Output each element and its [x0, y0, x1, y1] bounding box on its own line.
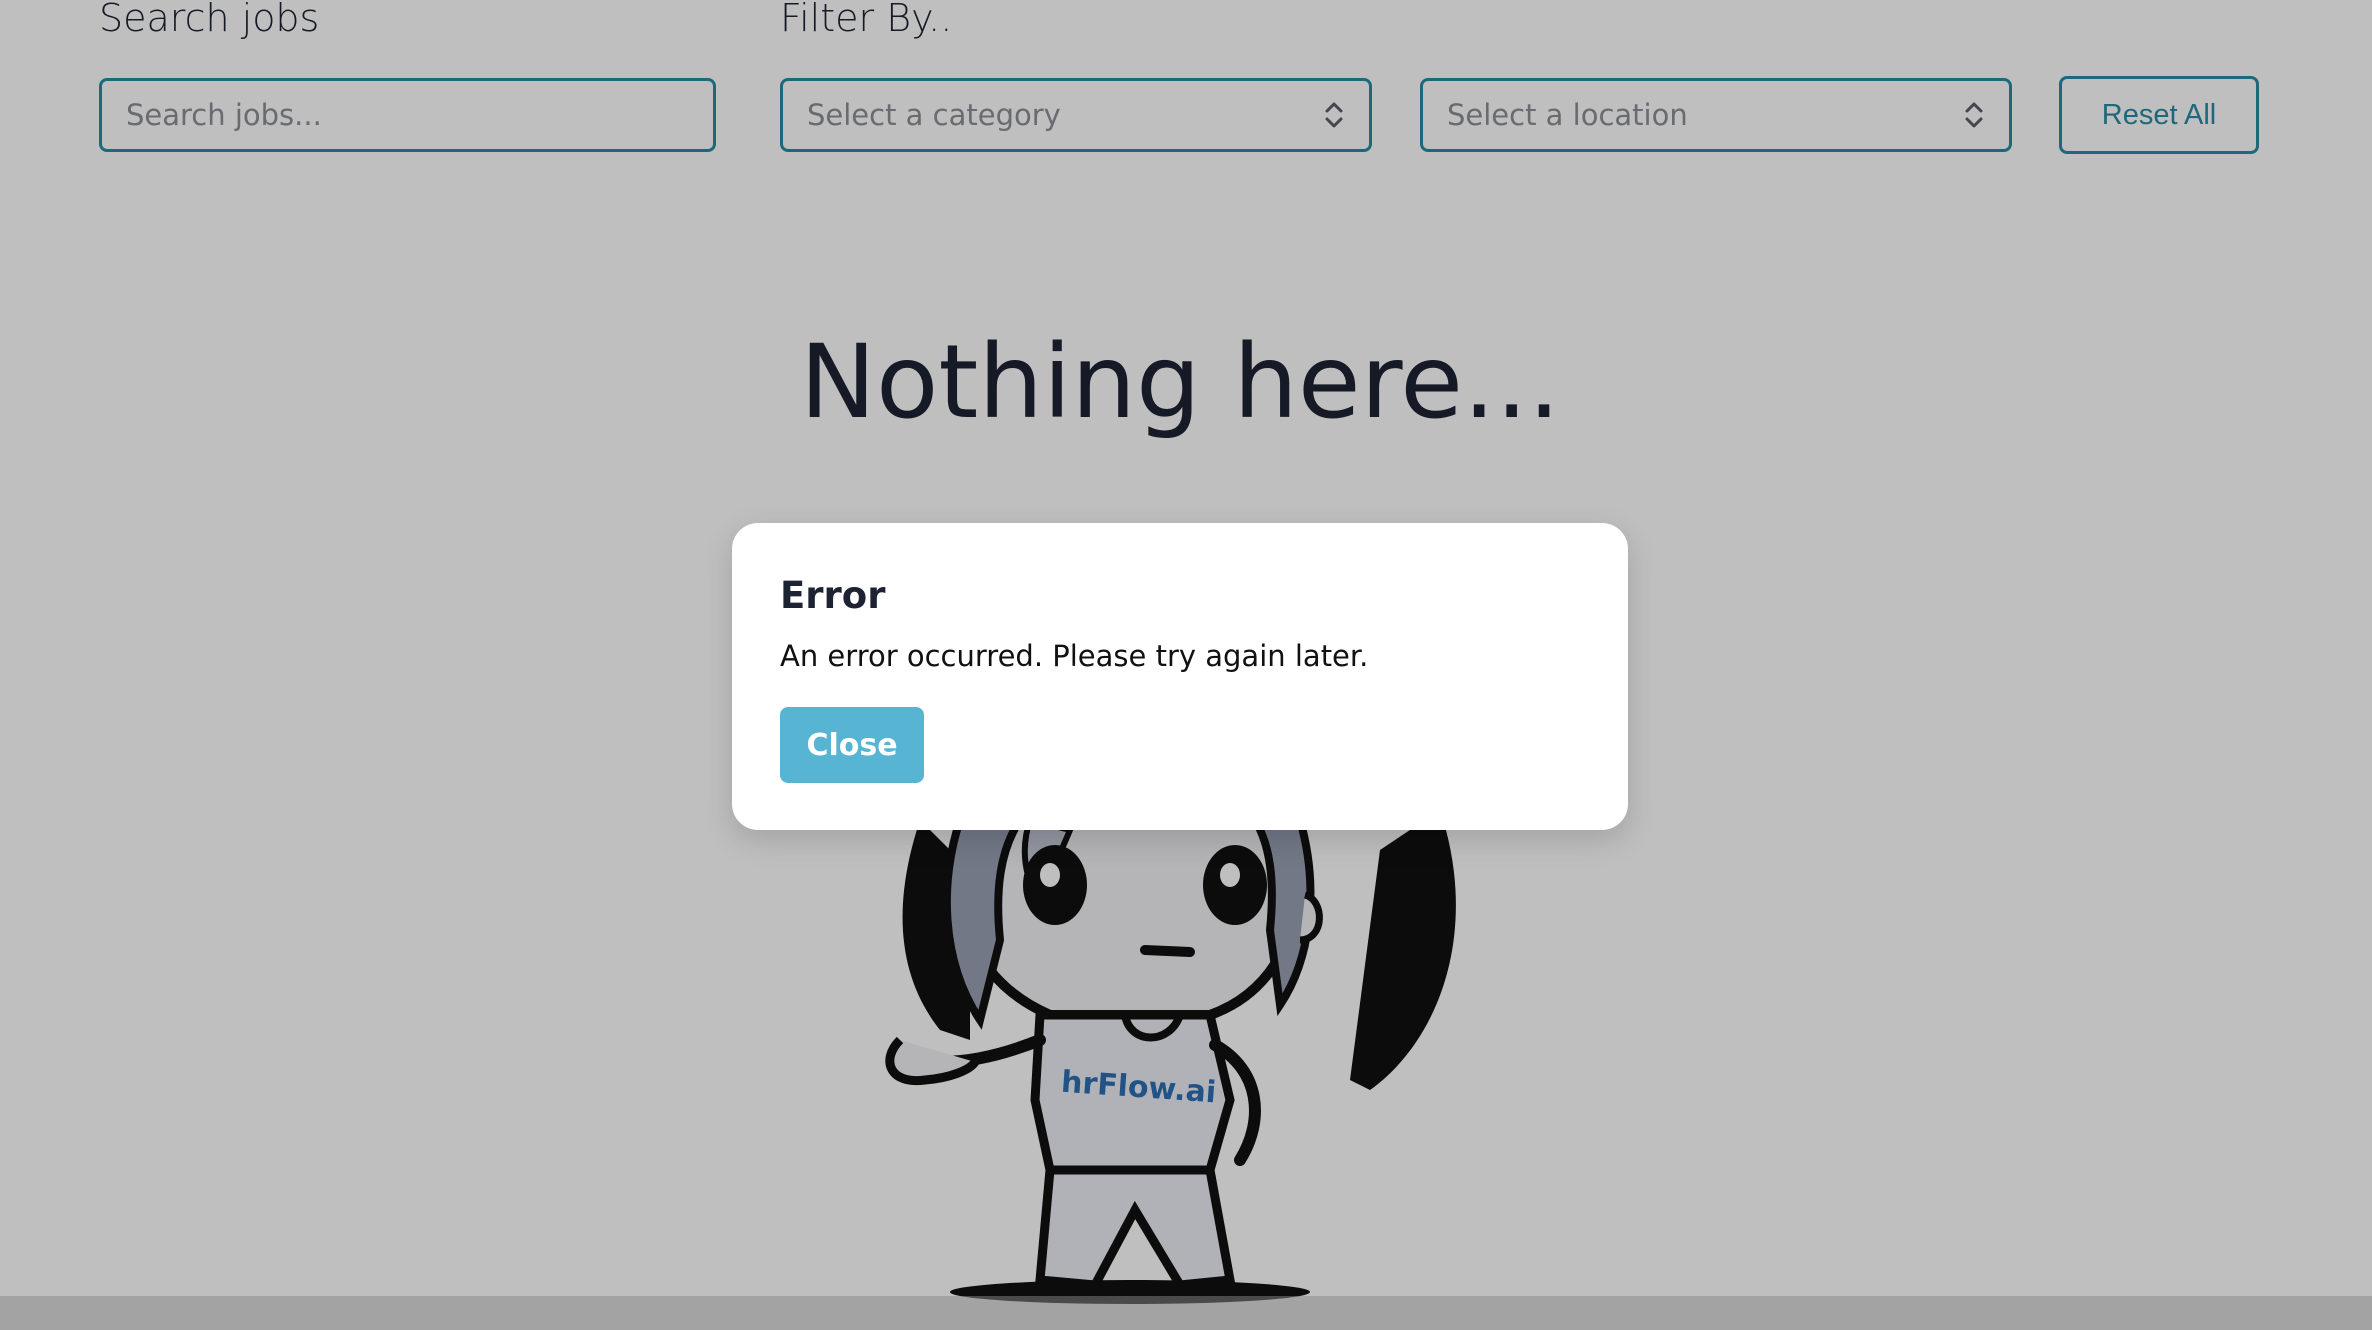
error-dialog-message: An error occurred. Please try again late… — [780, 639, 1369, 673]
error-dialog: Error An error occurred. Please try agai… — [732, 523, 1628, 830]
error-dialog-title: Error — [780, 574, 886, 617]
close-button[interactable]: Close — [780, 707, 924, 783]
